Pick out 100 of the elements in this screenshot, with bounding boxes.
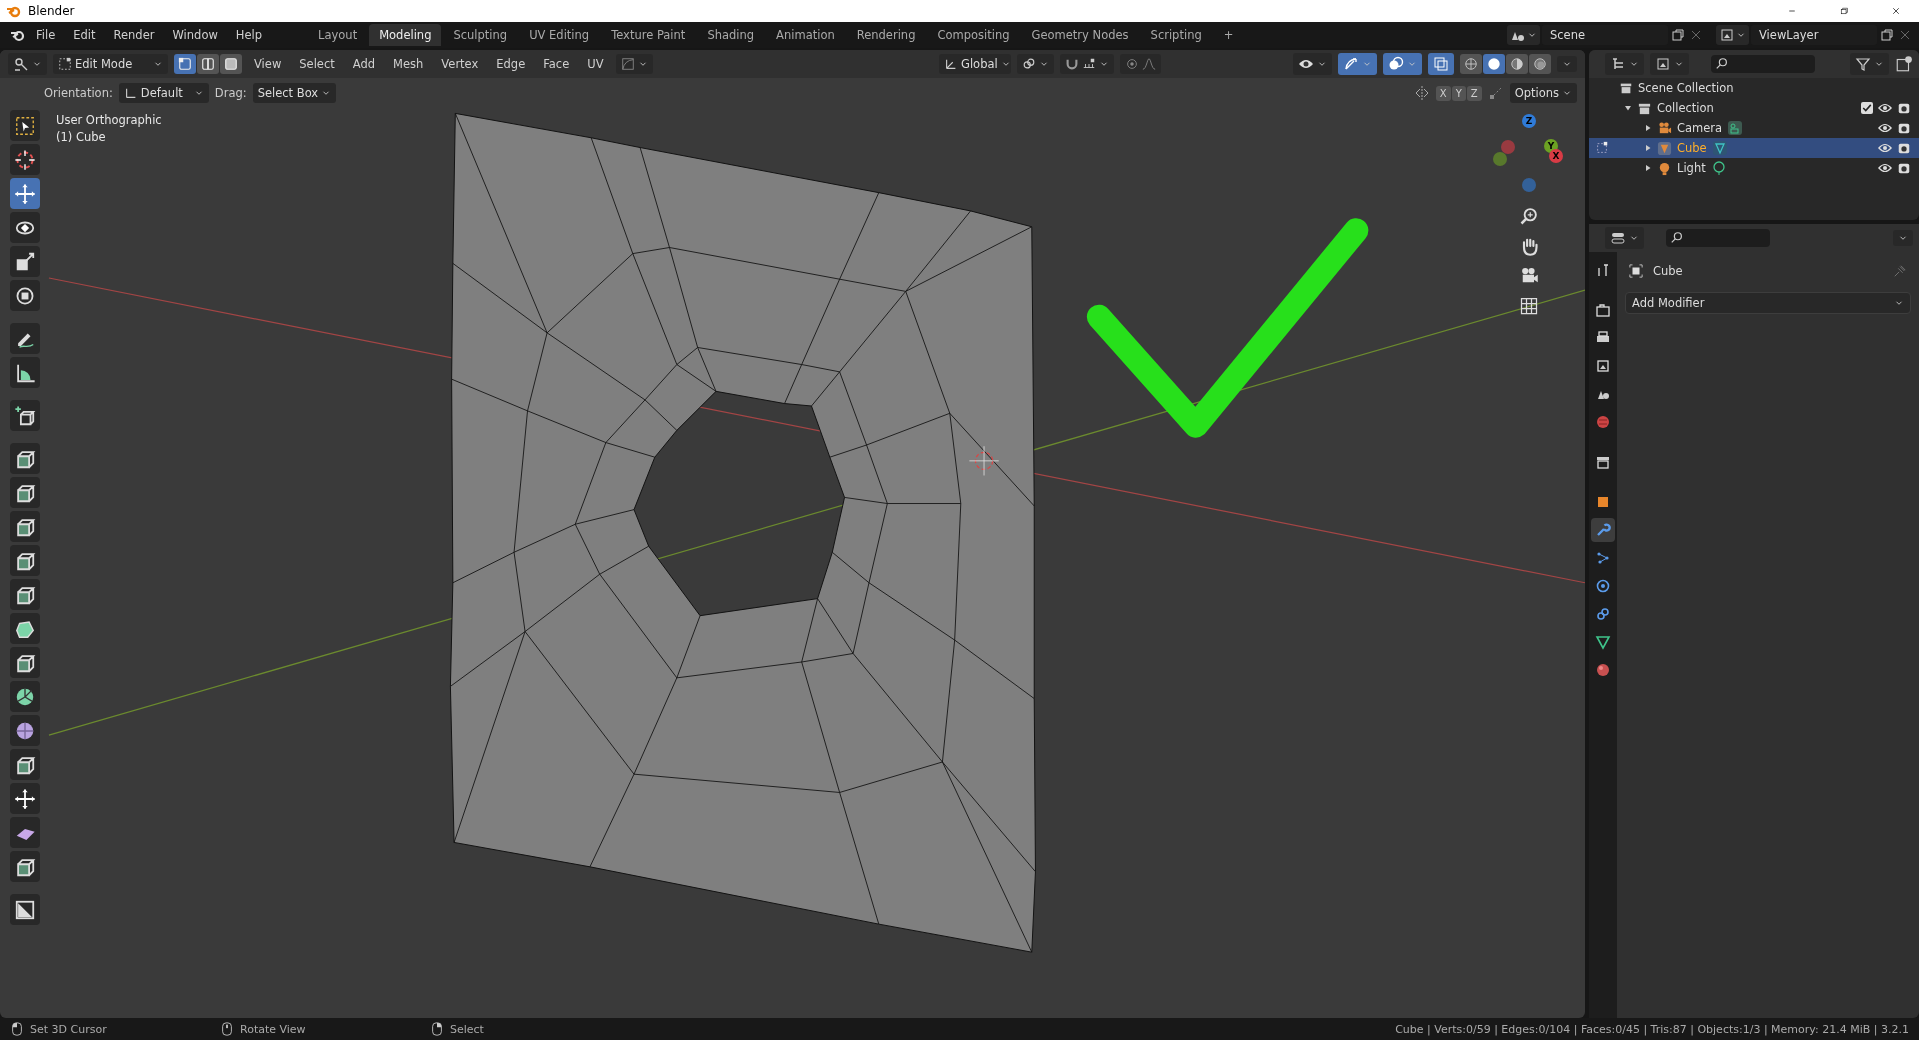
tool-button[interactable] (10, 280, 40, 311)
proportional-button[interactable] (1120, 54, 1161, 74)
menu-item[interactable]: Add (346, 54, 382, 74)
menu-item[interactable]: UV (581, 54, 610, 74)
proportional-edit-button[interactable] (615, 54, 653, 74)
menu-item[interactable]: Window (164, 25, 226, 45)
menu-item[interactable]: File (28, 25, 64, 45)
workspace-tab[interactable]: Modeling (369, 24, 442, 46)
tool-button[interactable] (10, 400, 40, 431)
view-layer-field[interactable]: ViewLayer (1751, 25, 1877, 45)
tool-button[interactable] (10, 110, 40, 141)
filter-button[interactable] (1850, 53, 1889, 75)
outliner-item[interactable]: Scene Collection (1638, 81, 1734, 95)
new-collection-icon[interactable] (1895, 55, 1913, 73)
eye-icon[interactable] (1878, 101, 1892, 115)
menu-item[interactable]: Mesh (387, 54, 430, 74)
pivot-button[interactable] (1017, 54, 1054, 74)
editor-type-button[interactable] (8, 53, 47, 75)
menu-item[interactable]: Edge (490, 54, 532, 74)
tool-button[interactable] (10, 613, 40, 644)
scene-button[interactable] (1507, 25, 1540, 45)
overlay-button[interactable] (1383, 53, 1422, 75)
workspace-tab[interactable]: Compositing (927, 24, 1020, 46)
editor-type-button[interactable] (1605, 227, 1644, 249)
axis-toggle[interactable]: Y (1451, 85, 1466, 101)
tool-button[interactable] (10, 443, 40, 474)
disclosure-triangle-icon[interactable] (1644, 144, 1652, 152)
menu-item[interactable]: View (248, 54, 288, 74)
options-dropdown[interactable]: Options (1509, 83, 1577, 103)
camera-icon[interactable] (1897, 101, 1911, 115)
edge-select-button[interactable] (197, 54, 219, 74)
orientation-dropdown[interactable]: Global (939, 54, 1011, 74)
outliner-item[interactable]: Camera (1677, 121, 1723, 135)
camera-icon[interactable] (1897, 121, 1911, 135)
tool-button[interactable] (10, 144, 40, 175)
zoom-icon[interactable] (1519, 206, 1539, 226)
axis-ball[interactable]: Z (1522, 114, 1536, 128)
tool-button[interactable] (10, 511, 40, 542)
tool-button[interactable] (10, 783, 40, 814)
tool-button[interactable] (10, 323, 40, 354)
scene-field[interactable]: Scene (1542, 25, 1668, 45)
viewport[interactable]: Edit Mode View Select Add Mesh Vertex Edge Face UV Global Orientation: Default Drag: Select Box X Y Z Options User Orthographic (1) Cube Z Y X (0, 50, 1585, 1018)
tool-button[interactable] (10, 647, 40, 678)
camera-icon[interactable] (1897, 141, 1911, 155)
disclosure-triangle-icon[interactable] (1644, 164, 1652, 172)
visibility-button[interactable] (1293, 53, 1332, 75)
workspace-tab[interactable]: Sculpting (443, 24, 518, 46)
outliner-item[interactable]: Cube (1677, 141, 1707, 155)
rendered-shading-button[interactable] (1529, 54, 1551, 74)
image-stack-button[interactable] (1716, 25, 1749, 45)
axis-toggle[interactable]: Z (1466, 85, 1482, 101)
mode-dropdown[interactable]: Edit Mode (53, 54, 168, 74)
workspace-tab[interactable]: Shading (697, 24, 765, 46)
disclosure-triangle-icon[interactable] (1644, 124, 1652, 132)
tool-button[interactable] (10, 579, 40, 610)
camera-icon[interactable] (1897, 161, 1911, 175)
tool-button[interactable] (10, 749, 40, 780)
axis-ball[interactable]: X (1549, 149, 1563, 163)
material-shading-button[interactable] (1506, 54, 1528, 74)
search-field[interactable] (1666, 229, 1770, 247)
tool-button[interactable] (10, 357, 40, 388)
outliner-item[interactable]: Collection (1657, 101, 1714, 115)
search-field[interactable] (1711, 55, 1815, 73)
face-select-button[interactable] (220, 54, 242, 74)
tool-button[interactable] (10, 545, 40, 576)
filter-button[interactable] (1650, 53, 1689, 75)
workspace-tab[interactable]: Layout (308, 24, 368, 46)
workspace-tab[interactable]: Scripting (1140, 24, 1212, 46)
tool-button[interactable] (10, 817, 40, 848)
workspace-tab[interactable]: Rendering (846, 24, 926, 46)
snap-button[interactable] (1060, 54, 1114, 74)
tool-button[interactable] (10, 246, 40, 277)
navigation-gizmo[interactable]: Z Y X (1489, 112, 1569, 196)
menu-item[interactable]: Render (105, 25, 163, 45)
tool-button[interactable] (10, 715, 40, 746)
menu-item[interactable]: Vertex (435, 54, 485, 74)
x-ray-button[interactable] (1428, 53, 1454, 75)
solid-shading-button[interactable] (1483, 54, 1505, 74)
wireframe-shading-button[interactable] (1460, 54, 1482, 74)
eye-icon[interactable] (1878, 141, 1892, 155)
tool-button[interactable] (10, 894, 40, 925)
orientation-dropdown[interactable]: Default (118, 83, 209, 103)
tool-button[interactable] (10, 851, 40, 882)
gizmo-button[interactable] (1338, 53, 1377, 75)
tool-button[interactable] (10, 212, 40, 243)
menu-item[interactable]: Select (293, 54, 341, 74)
menu-item[interactable]: Edit (65, 25, 104, 45)
copy-icon[interactable] (1670, 27, 1686, 43)
workspace-tab[interactable]: Texture Paint (601, 24, 696, 46)
add-workspace-button[interactable]: + (1213, 24, 1244, 46)
grid-icon[interactable] (1519, 296, 1539, 316)
auto-merge-icon[interactable] (1487, 85, 1504, 101)
menu-item[interactable]: Help (227, 25, 271, 45)
copy-icon[interactable] (1879, 27, 1895, 43)
properties-tab[interactable] (1591, 518, 1615, 542)
eye-icon[interactable] (1878, 161, 1892, 175)
exclude-checkbox[interactable] (1861, 102, 1873, 114)
display-mode-button[interactable] (1605, 53, 1644, 75)
vertex-select-button[interactable] (174, 54, 196, 74)
disclosure-triangle-icon[interactable] (1624, 104, 1632, 112)
